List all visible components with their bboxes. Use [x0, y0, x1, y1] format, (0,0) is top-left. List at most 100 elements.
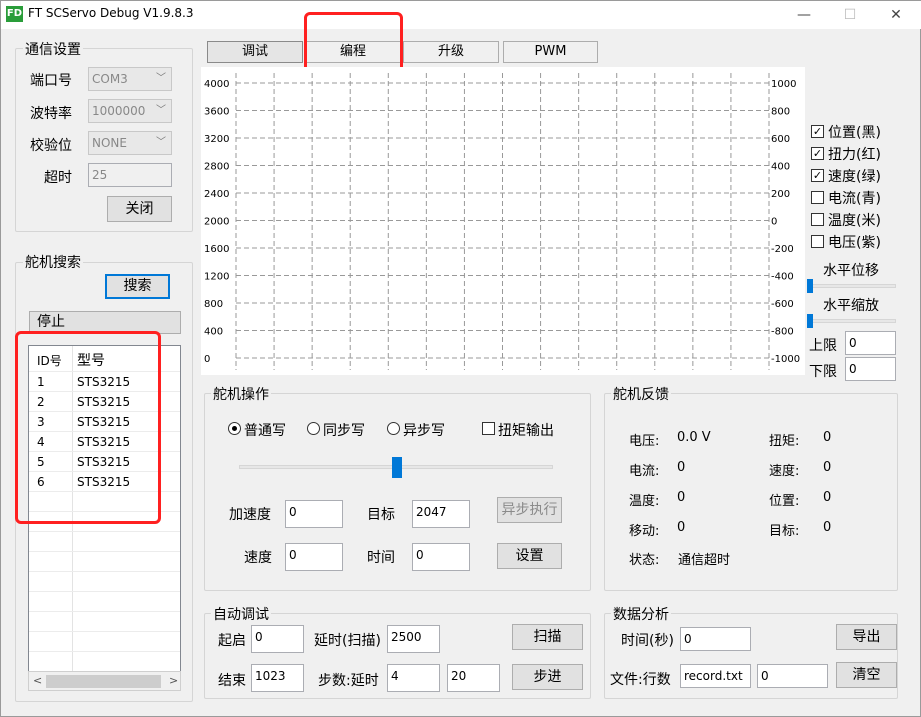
voltage-value: 0.0 V — [677, 430, 711, 445]
left-tick-label: 800 — [204, 299, 223, 310]
highlight-box-list — [15, 331, 161, 524]
lower-limit-input[interactable]: 0 — [845, 357, 896, 381]
time-sec-input[interactable]: 0 — [680, 627, 751, 651]
scroll-left-icon[interactable]: < — [33, 674, 42, 687]
position-slider[interactable] — [239, 457, 553, 478]
scrollbar-thumb[interactable] — [46, 675, 161, 688]
hshift-thumb[interactable] — [807, 279, 813, 293]
left-tick-label: 4000 — [204, 79, 229, 90]
timeout-label: 超时 — [44, 170, 72, 186]
row-divider — [29, 591, 180, 592]
write-mode-radio[interactable] — [387, 422, 400, 435]
end-label: 结束 — [218, 673, 246, 689]
target-input[interactable]: 2047 — [412, 500, 470, 528]
search-button[interactable]: 搜索 — [105, 274, 170, 299]
clear-button[interactable]: 清空 — [836, 662, 897, 688]
export-button[interactable]: 导出 — [836, 624, 897, 650]
step-delay-input[interactable]: 20 — [447, 664, 500, 692]
legend-checkbox[interactable]: ✓ — [811, 147, 824, 160]
speed-value: 0 — [823, 460, 832, 475]
acc-label: 加速度 — [229, 507, 271, 523]
file-name-input[interactable]: record.txt — [680, 664, 751, 688]
right-tick-label: 0 — [771, 217, 777, 228]
row-divider — [29, 531, 180, 532]
left-tick-label: 3600 — [204, 107, 229, 118]
right-tick-label: -600 — [771, 299, 794, 310]
acc-input[interactable]: 0 — [285, 500, 343, 528]
row-divider — [29, 571, 180, 572]
servo-search-title: 舵机搜索 — [23, 252, 83, 272]
row-count-input[interactable]: 0 — [757, 664, 828, 688]
time-input[interactable]: 0 — [412, 543, 470, 571]
legend-label: 速度(绿) — [828, 169, 881, 185]
legend-checkbox[interactable]: ✓ — [811, 169, 824, 182]
row-divider — [29, 551, 180, 552]
target-value: 0 — [823, 520, 832, 535]
tab-pwm[interactable]: PWM — [503, 41, 598, 63]
delay-scan-label: 延时(扫描) — [314, 633, 381, 649]
upper-limit-input[interactable]: 0 — [845, 331, 896, 355]
timeout-input[interactable]: 25 — [88, 163, 172, 187]
parity-select[interactable]: NONE ﹀ — [88, 131, 172, 155]
temp-label: 温度: — [629, 494, 660, 509]
port-label: 端口号 — [30, 73, 72, 89]
delay-scan-input[interactable]: 2500 — [387, 625, 440, 653]
legend-checkbox[interactable]: ✓ — [811, 125, 824, 138]
speed-input[interactable]: 0 — [285, 543, 343, 571]
scroll-right-icon[interactable]: > — [169, 674, 178, 687]
time-sec-label: 时间(秒) — [621, 633, 674, 649]
hscale-slider[interactable] — [807, 314, 896, 328]
port-select[interactable]: COM3 ﹀ — [88, 67, 172, 91]
end-input[interactable]: 1023 — [251, 664, 304, 692]
tab-upgrade[interactable]: 升级 — [403, 41, 499, 63]
hscale-thumb[interactable] — [807, 314, 813, 328]
left-tick-label: 2800 — [204, 162, 229, 173]
step-delay-label: 步数:延时 — [318, 673, 379, 689]
data-analysis-title: 数据分析 — [611, 604, 671, 624]
start-input[interactable]: 0 — [251, 625, 304, 653]
chevron-down-icon: ﹀ — [156, 137, 166, 148]
async-exec-button[interactable]: 异步执行 — [497, 497, 562, 523]
move-value: 0 — [677, 520, 686, 535]
left-tick-label: 400 — [204, 327, 223, 338]
horizontal-scrollbar[interactable]: < > — [28, 671, 181, 691]
left-tick-label: 0 — [204, 354, 210, 365]
scan-button[interactable]: 扫描 — [512, 624, 583, 650]
legend-checkbox[interactable] — [811, 213, 824, 226]
hshift-label: 水平位移 — [823, 263, 879, 279]
row-divider — [29, 631, 180, 632]
write-mode-radio[interactable] — [228, 422, 241, 435]
file-rows-label: 文件:行数 — [610, 672, 671, 688]
right-tick-label: 1000 — [771, 79, 796, 90]
title-bar: FD FT SCServo Debug V1.9.8.3 — ☐ ✕ — [1, 1, 921, 29]
write-mode-radio[interactable] — [307, 422, 320, 435]
write-mode-label: 普通写 — [244, 423, 286, 439]
hscale-label: 水平缩放 — [823, 298, 879, 314]
status-label: 状态: — [629, 553, 660, 568]
right-tick-label: -200 — [771, 244, 794, 255]
row-divider — [29, 611, 180, 612]
right-tick-label: 600 — [771, 134, 790, 145]
step-input[interactable]: 4 — [387, 664, 440, 692]
hshift-slider[interactable] — [807, 279, 896, 293]
step-button[interactable]: 步进 — [512, 664, 583, 690]
servo-chart: 400036003200280024002000160012008004000 … — [201, 67, 805, 375]
tab-debug[interactable]: 调试 — [207, 41, 303, 63]
status-value: 通信超时 — [678, 553, 731, 568]
close-window-button[interactable]: ✕ — [873, 1, 919, 29]
legend-checkbox[interactable] — [811, 235, 824, 248]
torque-output-checkbox[interactable] — [482, 422, 495, 435]
current-label: 电流: — [629, 464, 660, 479]
legend-checkbox[interactable] — [811, 191, 824, 204]
chevron-down-icon: ﹀ — [156, 73, 166, 84]
legend-label: 扭力(红) — [828, 147, 881, 163]
minimize-button[interactable]: — — [781, 1, 827, 29]
set-button[interactable]: 设置 — [497, 543, 562, 569]
baud-select[interactable]: 1000000 ﹀ — [88, 99, 172, 123]
right-tick-label: 400 — [771, 162, 790, 173]
close-port-button[interactable]: 关闭 — [107, 196, 172, 222]
target-label: 目标: — [769, 524, 800, 539]
position-slider-thumb[interactable] — [392, 457, 402, 478]
parity-value: NONE — [92, 136, 127, 150]
maximize-button[interactable]: ☐ — [827, 1, 873, 29]
